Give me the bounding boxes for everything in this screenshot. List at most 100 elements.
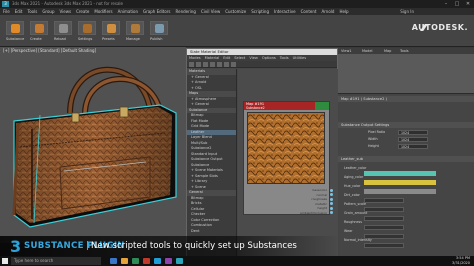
manage-icon xyxy=(131,24,140,33)
ribbon-button-label: Create xyxy=(30,37,42,41)
pick-material-icon[interactable] xyxy=(196,62,201,67)
maximize-button[interactable]: □ xyxy=(453,1,461,7)
ribbon-button-substance[interactable] xyxy=(6,21,24,35)
param-label: Height xyxy=(368,144,379,148)
layout-icon[interactable] xyxy=(224,62,229,67)
port-socket-icon[interactable] xyxy=(330,188,333,192)
node-view[interactable]: Map #191 Substance2 basecolor normal rou… xyxy=(238,69,338,258)
tab-tools[interactable]: Tools xyxy=(400,48,409,54)
menu-item-customize[interactable]: Customize xyxy=(225,8,246,15)
taskbar-app-icon[interactable] xyxy=(143,258,150,264)
substance-node[interactable]: Map #191 Substance2 basecolor normal rou… xyxy=(243,101,333,215)
ribbon-button-settings[interactable] xyxy=(78,21,96,35)
color-swatch[interactable] xyxy=(364,170,436,176)
value-spinner[interactable] xyxy=(364,242,404,248)
node-port[interactable]: normal xyxy=(244,192,333,197)
ribbon: Substance Create Reload Settings Presets Mana… xyxy=(0,15,474,59)
ribbon-button-create[interactable] xyxy=(30,21,48,35)
node-port[interactable]: ambientOcclusion xyxy=(244,211,333,215)
taskbar-app-icon[interactable] xyxy=(110,258,117,264)
param-field[interactable]: 1024 xyxy=(398,130,428,135)
ribbon-button-label: Manage xyxy=(126,37,140,41)
value-spinner[interactable] xyxy=(364,224,404,230)
node-preview-image xyxy=(247,112,325,184)
window-controls: – □ ✕ xyxy=(442,1,472,7)
browser-item[interactable]: Dent xyxy=(187,229,236,235)
param-field[interactable]: 1024 xyxy=(398,137,428,142)
menu-item-modifiers[interactable]: Modifiers xyxy=(94,8,112,15)
menu-item-content[interactable]: Content xyxy=(301,8,317,15)
settings-header[interactable]: Substance Output Settings xyxy=(338,122,474,128)
window-title: 3ds Max 2021 - Autodesk 3ds Max 2021 - n… xyxy=(12,1,123,6)
param-field[interactable]: 1024 xyxy=(398,144,428,149)
node-port[interactable]: roughness xyxy=(244,197,333,201)
menu-item-help[interactable]: Help xyxy=(339,8,348,15)
select-tool-icon[interactable] xyxy=(189,62,194,67)
menu-item-create[interactable]: Create xyxy=(76,8,89,15)
delete-icon[interactable] xyxy=(210,62,215,67)
node-port-label: metallic xyxy=(315,201,327,206)
taskbar-app-icon[interactable] xyxy=(132,258,139,264)
tab-model[interactable]: Model xyxy=(362,48,373,54)
menu-item-file[interactable]: File xyxy=(3,8,10,15)
ribbon-button-presets[interactable] xyxy=(102,21,120,35)
taskbar-search-input[interactable]: Type here to search xyxy=(11,257,101,265)
port-socket-icon[interactable] xyxy=(330,193,333,196)
ribbon-button-label: Presets xyxy=(102,37,115,41)
value-spinner[interactable] xyxy=(364,197,404,203)
windows-start-icon[interactable] xyxy=(2,258,8,264)
minimize-button[interactable]: – xyxy=(442,1,450,7)
menu-item-civil-view[interactable]: Civil View xyxy=(201,8,220,15)
menu-item-rendering[interactable]: Rendering xyxy=(176,8,196,15)
port-socket-icon[interactable] xyxy=(330,202,333,205)
menu-item-arnold[interactable]: Arnold xyxy=(321,8,334,15)
value-spinner[interactable] xyxy=(364,206,404,212)
tab-map[interactable]: Map xyxy=(384,48,391,54)
show-map-icon[interactable] xyxy=(217,62,222,67)
taskbar-app-icon[interactable] xyxy=(154,258,161,264)
taskbar-app-icon[interactable] xyxy=(121,258,128,264)
node-subtitle: Substance2 xyxy=(246,105,265,110)
assign-material-icon[interactable] xyxy=(203,62,208,67)
clock-date: 3/31/2020 xyxy=(452,261,470,265)
node-port[interactable]: height xyxy=(244,206,333,210)
node-port[interactable]: metallic xyxy=(244,201,333,206)
port-socket-icon[interactable] xyxy=(330,197,333,201)
color-swatch[interactable] xyxy=(364,179,436,185)
reload-icon xyxy=(59,24,68,33)
port-socket-icon[interactable] xyxy=(330,211,333,214)
layout-children-icon[interactable] xyxy=(231,62,236,67)
param-label: Wear xyxy=(344,229,353,233)
slate-material-editor: Slate Material Editor Modes Material Edit S… xyxy=(186,48,338,258)
sign-in-link[interactable]: Sign In xyxy=(400,8,414,15)
parameter-panel: Map #191 ( Substance2 ) Substance Output… xyxy=(338,94,474,258)
tab-view1[interactable]: View1 xyxy=(341,48,352,54)
taskbar-app-icon[interactable] xyxy=(165,258,172,264)
menu-item-scripting[interactable]: Scripting xyxy=(251,8,269,15)
ribbon-button-reload[interactable] xyxy=(54,21,72,35)
node-port-label: normal xyxy=(316,192,327,197)
secondary-viewport[interactable]: View1 Model Map Tools xyxy=(338,48,474,94)
menu-item-views[interactable]: Views xyxy=(60,8,72,15)
banner-description: New scripted tools to quickly set up Sub… xyxy=(91,241,297,251)
value-spinner[interactable] xyxy=(364,215,404,221)
menu-item-edit[interactable]: Edit xyxy=(15,8,23,15)
ribbon-button-manage[interactable] xyxy=(126,21,144,35)
close-button[interactable]: ✕ xyxy=(464,1,472,7)
app-window: 3 3ds Max 2021 - Autodesk 3ds Max 2021 -… xyxy=(0,0,474,266)
sub-header[interactable]: Leather_sub xyxy=(338,156,474,162)
ribbon-button-publish[interactable] xyxy=(150,21,168,35)
color-swatch[interactable] xyxy=(364,188,436,194)
menu-item-graph-editors[interactable]: Graph Editors xyxy=(143,8,170,15)
port-socket-icon[interactable] xyxy=(330,206,333,210)
node-port[interactable]: basecolor xyxy=(244,188,333,192)
settings-icon xyxy=(83,24,92,33)
menu-item-tools[interactable]: Tools xyxy=(27,8,37,15)
menu-item-animation[interactable]: Animation xyxy=(118,8,138,15)
menu-item-group[interactable]: Group xyxy=(42,8,54,15)
node-port-label: roughness xyxy=(311,197,327,201)
node-port-label: height xyxy=(317,206,327,210)
perspective-viewport[interactable]: [+] [Perspective] [Standard] [Default Sh… xyxy=(0,47,186,243)
menu-item-interactive[interactable]: Interactive xyxy=(274,8,296,15)
taskbar-app-icon[interactable] xyxy=(176,258,183,264)
